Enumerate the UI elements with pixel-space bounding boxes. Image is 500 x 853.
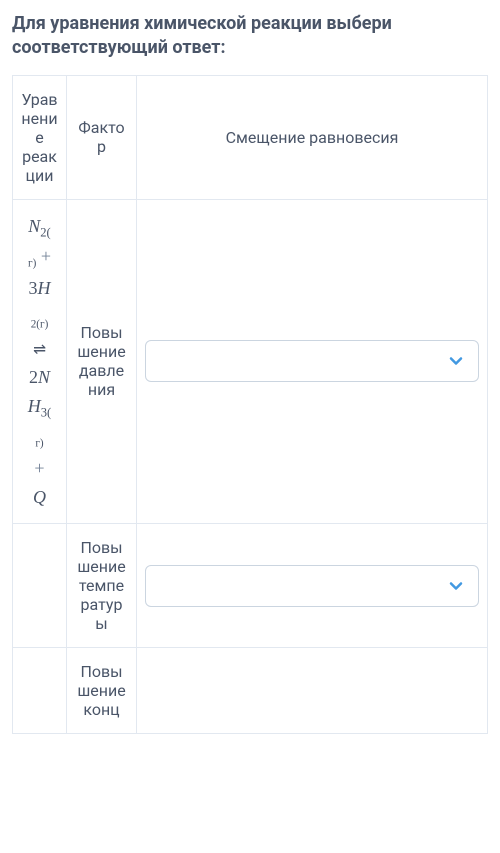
equation-cell-empty: [13, 524, 67, 648]
shift-select[interactable]: [145, 565, 479, 607]
factor-cell: Повышение давления: [67, 199, 137, 524]
equation-cell: N2( г) + 3H 2(г) ⇌ 2N H3( г) + Q: [13, 199, 67, 524]
equilibrium-table: Уравнение реакции Фактор Смещение равнов…: [12, 75, 488, 735]
header-shift: Смещение равновесия: [137, 75, 488, 199]
chevron-down-icon: [446, 576, 466, 596]
table-row: Повышение температуры: [13, 524, 488, 648]
question-prompt: Для уравнения химической реакции выбери …: [12, 12, 488, 61]
equation-cell-empty: [13, 648, 67, 734]
table-row: N2( г) + 3H 2(г) ⇌ 2N H3( г) + Q Повышен…: [13, 199, 488, 524]
table-row: Повышение конц: [13, 648, 488, 734]
chevron-down-icon: [446, 351, 466, 371]
header-factor: Фактор: [67, 75, 137, 199]
header-equation: Уравнение реакции: [13, 75, 67, 199]
table-header-row: Уравнение реакции Фактор Смещение равнов…: [13, 75, 488, 199]
shift-select[interactable]: [145, 340, 479, 382]
factor-cell: Повышение конц: [67, 648, 137, 734]
shift-cell: [137, 199, 488, 524]
shift-cell: [137, 648, 488, 734]
factor-cell: Повышение температуры: [67, 524, 137, 648]
shift-cell: [137, 524, 488, 648]
